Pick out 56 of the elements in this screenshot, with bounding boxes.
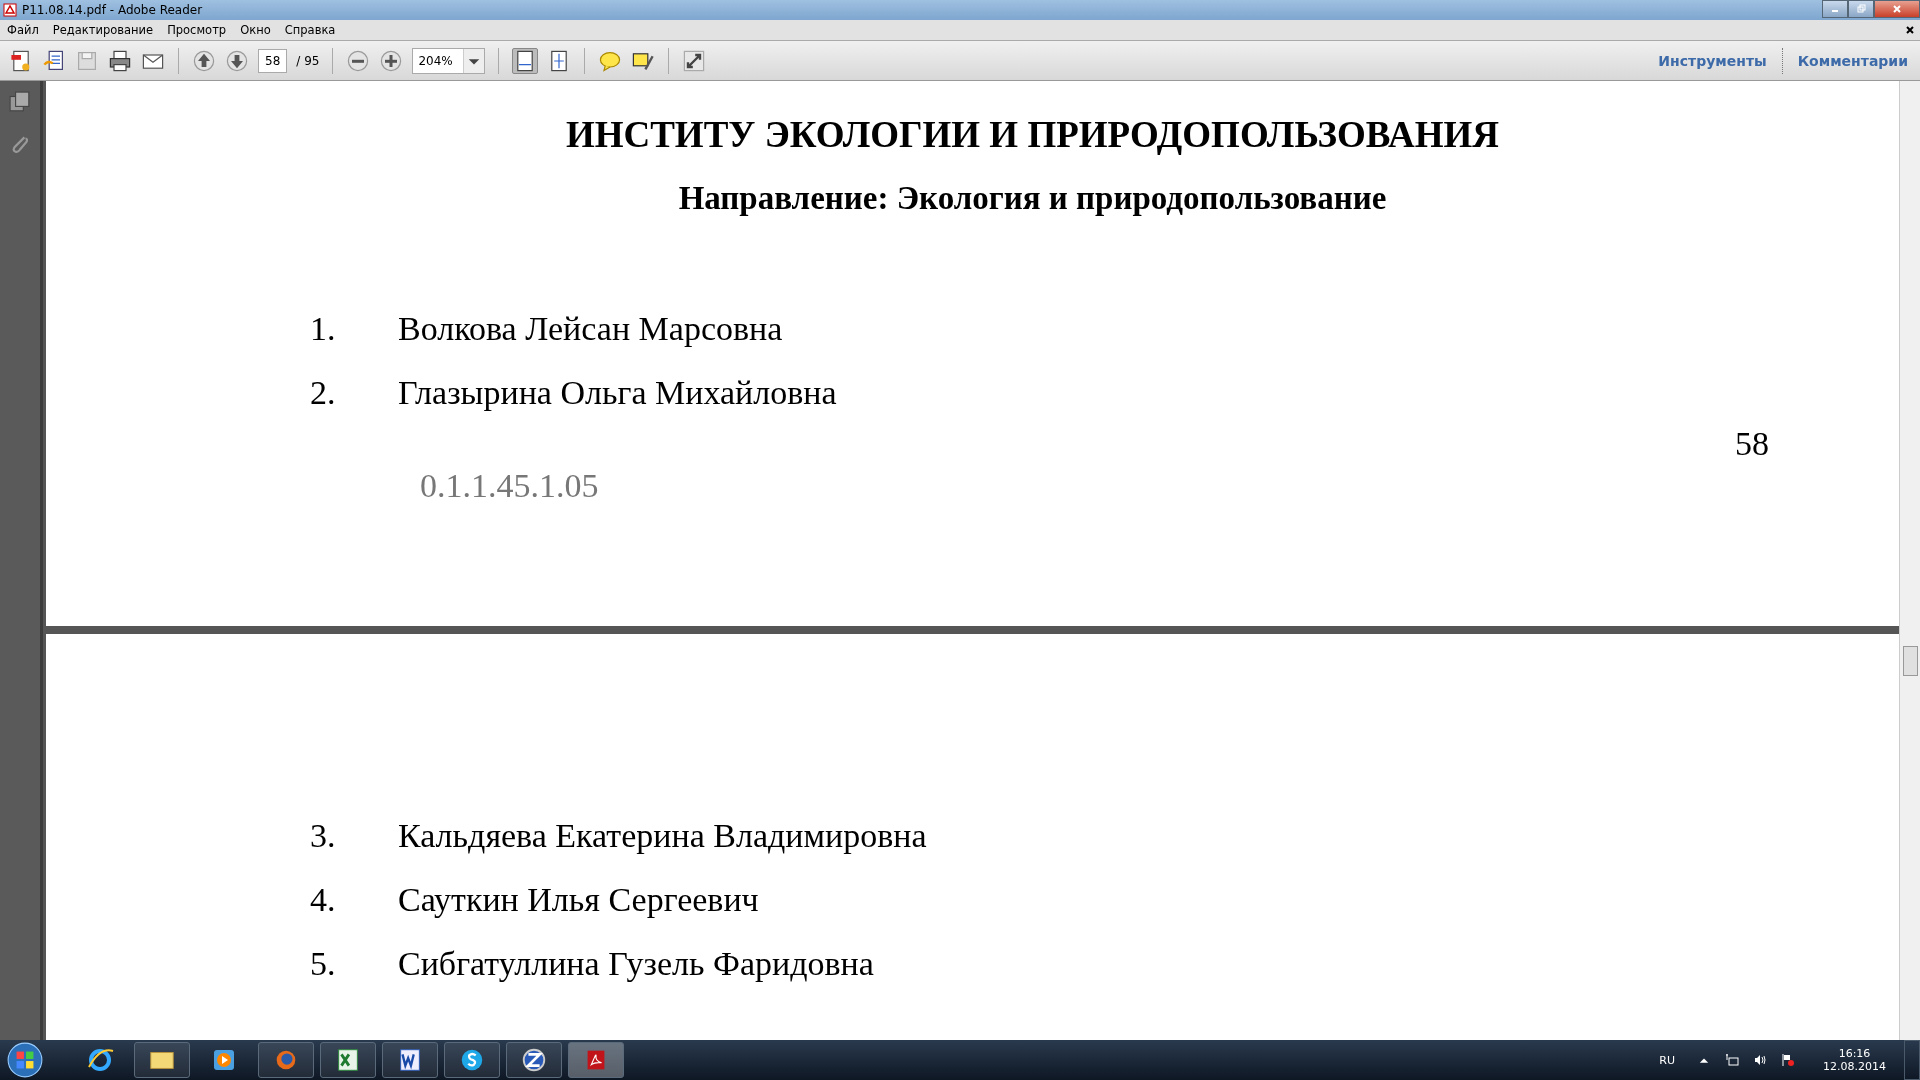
pdf-icon <box>3 3 17 17</box>
list-number: 1. <box>310 310 337 348</box>
globe-icon[interactable] <box>506 1042 562 1078</box>
person-name: Кальдяева Екатерина Владимировна <box>398 817 927 855</box>
list-number: 2. <box>310 374 337 412</box>
close-icon[interactable] <box>1906 26 1914 34</box>
zoom-out-icon[interactable] <box>346 48 371 73</box>
menu-item[interactable]: Просмотр <box>167 23 227 37</box>
restore-icon <box>1856 4 1866 14</box>
clock-date[interactable]: 12.08.2014 <box>1823 1060 1886 1073</box>
person-name: Сауткин Илья Сергеевич <box>398 881 759 919</box>
window-title: P11.08.14.pdf - Adobe Reader <box>22 3 203 17</box>
pages-icon[interactable] <box>9 91 31 113</box>
print-icon[interactable] <box>108 48 132 73</box>
restore-button[interactable] <box>1848 0 1874 18</box>
arrow-up-icon[interactable] <box>192 48 216 73</box>
document-code: 0.1.1.45.1.05 <box>419 467 600 505</box>
clock-time[interactable]: 16:16 <box>1838 1047 1871 1060</box>
person-name: Сибгатуллина Гузель Фаридовна <box>398 945 874 983</box>
page-total: / 95 <box>296 53 320 68</box>
word-document-icon[interactable] <box>382 1042 438 1078</box>
panel-link[interactable]: Инструменты <box>1652 52 1773 69</box>
person-name: Глазырина Ольга Михайловна <box>398 374 837 412</box>
list-number: 5. <box>310 945 337 983</box>
expand-icon[interactable] <box>681 48 706 73</box>
heading: Направление: Экология и природопользование <box>677 180 1388 217</box>
list-number: 4. <box>310 881 337 919</box>
chat-icon[interactable] <box>444 1042 500 1078</box>
page-number: 58 <box>1734 425 1770 463</box>
network-icon[interactable] <box>1725 1053 1739 1067</box>
flag-icon[interactable] <box>1781 1053 1795 1067</box>
menu-item[interactable]: Окно <box>240 23 271 37</box>
minimize-button[interactable] <box>1822 0 1848 18</box>
start-button[interactable] <box>6 1041 44 1079</box>
volume-icon[interactable] <box>1753 1053 1767 1067</box>
document-icon[interactable] <box>42 48 66 73</box>
panel-link[interactable]: Комментарии <box>1791 52 1914 69</box>
folder-icon[interactable] <box>134 1042 190 1078</box>
spreadsheet-icon[interactable] <box>320 1042 376 1078</box>
zoom-in-icon[interactable] <box>379 48 404 73</box>
fit-width-icon[interactable] <box>511 47 538 74</box>
show-desktop-button[interactable] <box>1904 1040 1920 1080</box>
caret-icon <box>462 48 484 73</box>
list-number: 3. <box>310 817 337 855</box>
arrow-down-icon[interactable] <box>225 48 249 73</box>
menu-item[interactable]: Редактирование <box>52 23 154 37</box>
menu-item[interactable]: Справка <box>284 23 336 37</box>
heading: ИНСТИТУ ЭКОЛОГИИ И ПРИРОДОПОЛЬЗОВАНИЯ <box>564 113 1501 156</box>
close-button[interactable] <box>1874 0 1920 18</box>
zoom-dropdown[interactable]: 204% <box>412 47 485 74</box>
person-name: Волкова Лейсан Марсовна <box>398 310 783 348</box>
menu-item[interactable]: Файл <box>7 23 39 37</box>
language-indicator[interactable]: RU <box>1659 1053 1675 1067</box>
scrollbar[interactable] <box>1899 81 1920 1040</box>
page-number-field[interactable]: 58 <box>258 48 288 73</box>
close-icon <box>1892 4 1902 14</box>
